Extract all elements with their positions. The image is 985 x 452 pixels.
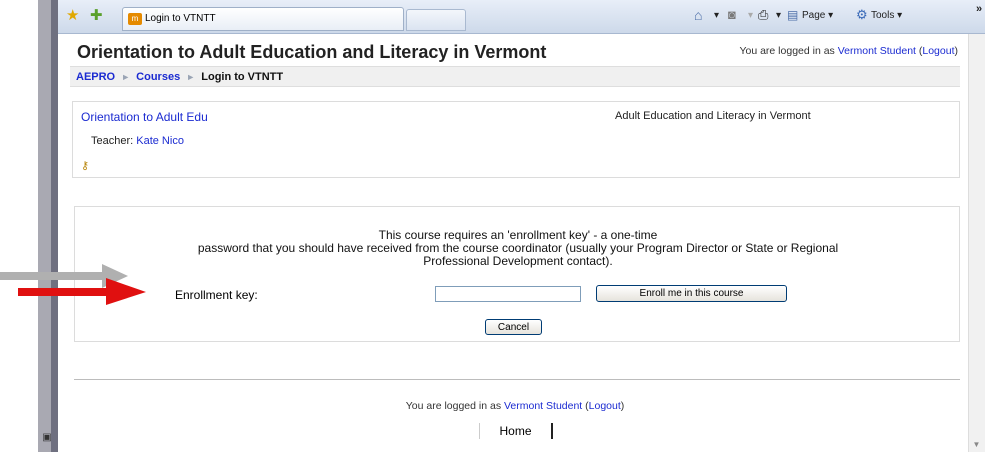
paren-close: ) <box>954 45 959 57</box>
page-menu-caret: ▾ <box>828 10 834 21</box>
enrolment-key-label: Enrollment key: <box>175 288 258 302</box>
moodle-favicon-icon: m <box>128 13 142 25</box>
key-icon: ⚷ <box>81 160 90 172</box>
breadcrumb-current: Login to VTNTT <box>201 71 284 83</box>
enrolment-message-line3: Professional Development contact). <box>423 254 613 268</box>
teacher-line: Teacher: Kate Nico <box>91 135 184 147</box>
star-icon[interactable]: ★ <box>66 8 79 24</box>
browser-toolbar: ★ ✚ m Login to VTNTT ⌂ ▾ ◙ ▾ ⎙ ▾ ▤ Page … <box>58 0 985 34</box>
enrolment-box: This course requires an 'enrollment key'… <box>74 206 960 342</box>
footer-logout-link[interactable]: Logout <box>589 400 621 412</box>
footer-paren-close: ) <box>620 400 625 412</box>
tools-menu[interactable]: Tools ▾ <box>871 10 902 21</box>
breadcrumb-separator: ► <box>121 72 131 82</box>
teacher-label: Teacher: <box>91 135 137 147</box>
enrolment-message: This course requires an 'enrollment key'… <box>75 229 961 268</box>
tools-menu-label: Tools <box>871 10 895 21</box>
red-arrow-shape <box>18 278 146 305</box>
breadcrumb-separator: ► <box>186 72 196 82</box>
left-window-frame-inner <box>51 0 58 452</box>
login-prefix: You are logged in as <box>739 45 838 57</box>
gear-icon[interactable]: ⚙ <box>856 7 868 23</box>
home-icon[interactable]: ⌂ <box>694 7 702 23</box>
footer-divider <box>74 379 960 380</box>
scroll-down-arrow-icon[interactable]: ▼ <box>968 437 985 452</box>
enrolment-key-input[interactable] <box>435 286 581 302</box>
breadcrumb: AEPRO ► Courses ► Login to VTNTT <box>70 66 960 87</box>
feeds-icon[interactable]: ◙ <box>728 7 736 22</box>
footer-login-prefix: You are logged in as <box>405 400 504 412</box>
print-dropdown[interactable]: ▾ <box>776 10 781 21</box>
breadcrumb-courses[interactable]: Courses <box>136 71 180 83</box>
page-menu[interactable]: Page ▾ <box>802 10 833 21</box>
page-icon[interactable]: ▤ <box>787 8 798 22</box>
add-favorite-icon[interactable]: ✚ <box>90 8 103 24</box>
tab-title: Login to VTNTT <box>145 13 216 24</box>
page-title: Orientation to Adult Education and Liter… <box>77 42 547 62</box>
footer-login-info: You are logged in as Vermont Student (Lo… <box>62 400 968 412</box>
page-content: Orientation to Adult Education and Liter… <box>62 34 968 452</box>
enrol-button[interactable]: Enroll me in this course <box>596 285 787 302</box>
login-info: You are logged in as Vermont Student (Lo… <box>739 45 958 57</box>
tools-menu-caret: ▾ <box>897 10 903 21</box>
print-icon[interactable]: ⎙ <box>758 7 768 23</box>
course-summary: Adult Education and Literacy in Vermont <box>615 110 811 122</box>
cancel-button[interactable]: Cancel <box>485 319 542 335</box>
home-link[interactable]: Home <box>479 423 553 439</box>
book-icon[interactable]: ▣ <box>39 430 55 446</box>
home-dropdown[interactable]: ▾ <box>714 10 719 21</box>
course-info-box: Orientation to Adult Edu Adult Education… <box>72 101 960 178</box>
new-tab-button[interactable] <box>406 9 466 31</box>
user-profile-link[interactable]: Vermont Student <box>838 45 916 57</box>
page-menu-label: Page <box>802 10 826 21</box>
teacher-link[interactable]: Kate Nico <box>136 135 184 147</box>
course-name-link[interactable]: Orientation to Adult Edu <box>81 110 208 124</box>
breadcrumb-aepro[interactable]: AEPRO <box>76 71 115 83</box>
feeds-dropdown[interactable]: ▾ <box>748 10 753 21</box>
footer-user-profile-link[interactable]: Vermont Student <box>504 400 582 412</box>
red-arrow-annotation <box>18 278 146 305</box>
vertical-scrollbar[interactable] <box>968 34 985 452</box>
chevron-more-icon[interactable]: » <box>976 3 982 15</box>
browser-tab-active[interactable]: m Login to VTNTT <box>122 7 404 31</box>
logout-link[interactable]: Logout <box>922 45 954 57</box>
